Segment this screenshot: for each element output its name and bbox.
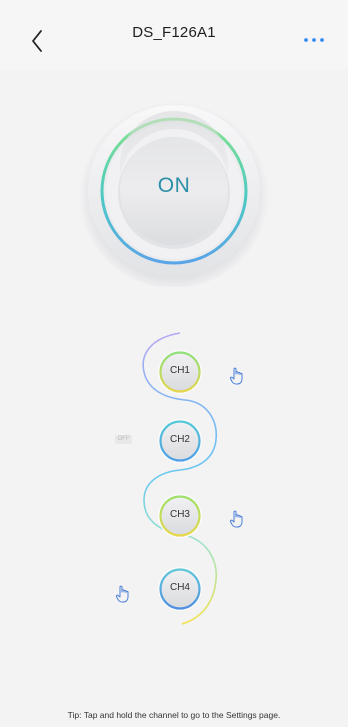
- channel-button-ch4[interactable]: CH4: [157, 566, 203, 612]
- channel-label: CH4: [169, 582, 190, 593]
- settings-tip-text: Tip: Tap and hold the channel to go to t…: [67, 710, 281, 720]
- header-bar: DS_F126A1: [0, 0, 348, 70]
- channel-button-ch1[interactable]: CH1: [157, 349, 203, 395]
- power-state-label: ON: [157, 174, 191, 197]
- channel-button-ch2[interactable]: CH2: [157, 418, 203, 464]
- main-power-button[interactable]: ON: [78, 95, 270, 288]
- tap-hand-icon: [229, 510, 243, 528]
- channel-label: CH3: [169, 509, 190, 520]
- tap-hand-icon: [115, 585, 129, 603]
- tap-hand-icon: [229, 367, 243, 385]
- channel-button-ch3[interactable]: CH3: [157, 493, 203, 539]
- channel-label: CH1: [169, 365, 190, 376]
- page-title: DS_F126A1: [132, 24, 216, 41]
- more-button[interactable]: [300, 26, 328, 50]
- channel-label: CH2: [169, 434, 190, 445]
- more-dots-icon: [304, 38, 324, 42]
- channel-off-tag: OFF: [115, 435, 132, 444]
